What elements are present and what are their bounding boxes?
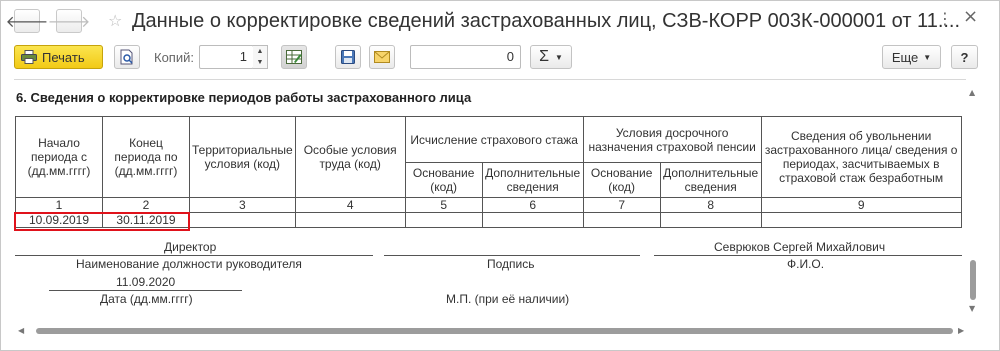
chevron-down-icon: ▼ — [554, 52, 563, 62]
header-basis: Основание (код) — [404, 162, 483, 198]
table-cell[interactable] — [659, 212, 762, 228]
copies-input[interactable]: 1 — [199, 45, 254, 69]
print-label: Печать — [42, 49, 85, 65]
column-number: 2 — [102, 197, 190, 213]
position-caption: Наименование должности руководителя — [76, 257, 302, 271]
copies-stepper[interactable]: ▲ ▼ — [253, 45, 268, 69]
full-name-caption: Ф.И.О. — [787, 257, 825, 271]
edit-table-icon — [286, 50, 302, 64]
scroll-right-icon[interactable]: ▶ — [958, 327, 964, 335]
header-early: Условия досрочного назначения страховой … — [582, 116, 762, 163]
header-territorial: Территориальные условия (код) — [189, 116, 296, 198]
header-additional: Дополнительные сведения — [659, 162, 762, 198]
stamp-caption: М.П. (при её наличии) — [446, 292, 570, 306]
save-button[interactable] — [335, 45, 361, 69]
sum-icon: Σ — [539, 48, 549, 65]
more-actions-icon[interactable]: ⋮ — [937, 11, 953, 27]
window-title: Данные о корректировке сведений застрахо… — [132, 10, 961, 32]
column-number: 7 — [582, 197, 661, 213]
column-number: 6 — [481, 197, 584, 213]
close-icon[interactable]: × — [963, 8, 978, 26]
stepper-up-icon: ▲ — [256, 47, 264, 55]
more-button[interactable]: Еще ▼ — [882, 45, 941, 69]
preview-button[interactable] — [114, 45, 140, 69]
highlight-box — [14, 212, 190, 231]
header-additional: Дополнительные сведения — [481, 162, 584, 198]
table-cell[interactable] — [404, 212, 483, 228]
column-number: 3 — [189, 197, 296, 213]
spreadsheet-document: 6. Сведения о корректировке периодов раб… — [14, 79, 966, 333]
help-icon: ? — [960, 49, 969, 65]
sum-dropdown[interactable]: Σ ▼ — [530, 45, 572, 69]
column-number: 8 — [659, 197, 762, 213]
arrow-left-icon: 🡐 — [5, 12, 49, 31]
scroll-left-icon[interactable]: ◀ — [18, 327, 24, 335]
envelope-icon — [374, 51, 390, 63]
print-button[interactable]: Печать — [14, 45, 103, 69]
more-label: Еще — [891, 49, 919, 65]
header-start: Начало периода с (дд.мм.гггг) — [15, 116, 103, 198]
stepper-down-icon: ▼ — [256, 58, 264, 66]
table-cell[interactable] — [760, 212, 962, 228]
horizontal-scrollbar-thumb[interactable] — [36, 328, 953, 334]
header-end: Конец периода по (дд.мм.гггг) — [102, 116, 190, 198]
column-number: 5 — [404, 197, 483, 213]
divider — [15, 255, 373, 256]
signature-caption: Подпись — [487, 257, 535, 271]
header-special: Особые условия труда (код) — [294, 116, 406, 198]
send-email-button[interactable] — [369, 45, 395, 69]
divider — [384, 255, 640, 256]
header-basis: Основание (код) — [582, 162, 661, 198]
header-dismissal: Сведения об увольнении застрахованного л… — [760, 116, 962, 198]
header-insurance: Исчисление страхового стажа — [404, 116, 584, 163]
floppy-disk-icon — [341, 50, 355, 64]
full-name-value: Севрюков Сергей Михайлович — [714, 240, 886, 254]
table-cell[interactable] — [189, 212, 296, 228]
date-caption: Дата (дд.мм.гггг) — [100, 292, 193, 306]
position-value: Директор — [164, 240, 217, 254]
edit-document-button[interactable] — [281, 45, 307, 69]
divider — [654, 255, 962, 256]
column-number: 9 — [760, 197, 962, 213]
sum-field: 0 — [410, 45, 521, 69]
section-title: 6. Сведения о корректировке периодов раб… — [16, 90, 472, 105]
column-number: 4 — [294, 197, 406, 213]
scroll-up-icon[interactable]: ▲ — [969, 89, 975, 97]
table-cell[interactable] — [481, 212, 584, 228]
date-value: 11.09.2020 — [116, 275, 176, 289]
column-number: 1 — [15, 197, 103, 213]
forward-button[interactable]: 🡒 — [48, 9, 90, 33]
help-button[interactable]: ? — [951, 45, 978, 69]
favorite-star-icon[interactable]: ☆ — [108, 13, 122, 29]
back-button[interactable]: 🡐 — [6, 9, 48, 33]
copies-label: Копий: — [154, 50, 194, 65]
divider — [49, 290, 242, 291]
printer-icon — [21, 50, 37, 64]
arrow-right-icon: 🡒 — [47, 12, 91, 31]
vertical-scrollbar-thumb[interactable] — [970, 260, 976, 300]
table-cell[interactable] — [294, 212, 406, 228]
chevron-down-icon: ▼ — [923, 52, 932, 62]
document-preview-icon — [120, 49, 133, 65]
table-cell[interactable] — [582, 212, 661, 228]
scroll-down-icon[interactable]: ▼ — [969, 305, 975, 313]
window-frame: 🡐 🡒 ☆ Данные о корректировке сведений за… — [0, 0, 1000, 351]
